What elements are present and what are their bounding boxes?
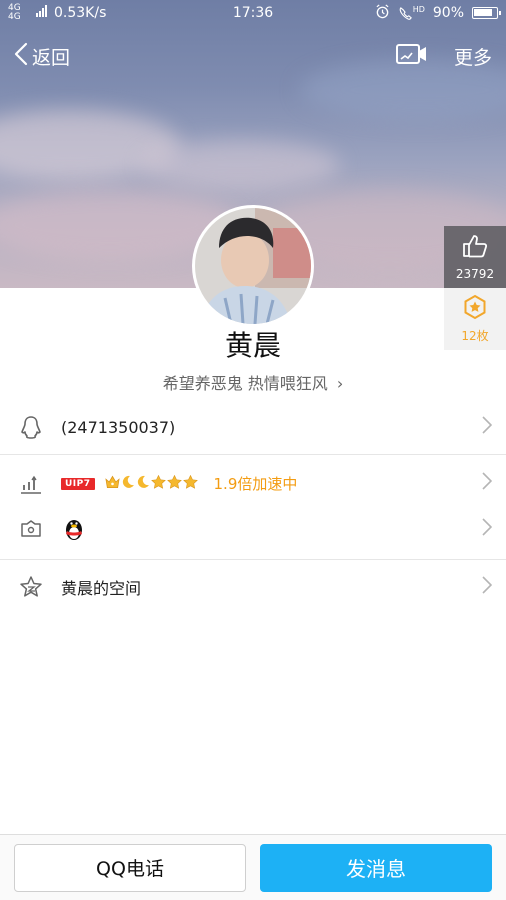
like-count: 23792	[455, 266, 495, 281]
vip-badge: UIP7	[61, 477, 95, 490]
more-button[interactable]: 更多	[454, 43, 492, 70]
level-row[interactable]: UIP7 1.9倍加速中	[0, 455, 506, 510]
star-level-icon	[182, 474, 198, 493]
signature-chevron-icon: ›	[336, 374, 344, 393]
profile-signature[interactable]: 希望养恶鬼 热情喂狂风 ›	[0, 370, 506, 394]
send-message-button[interactable]: 发消息	[260, 843, 492, 892]
qq-number-row[interactable]: (2471350037)	[0, 400, 506, 454]
qzone-label: 黄晨的空间	[61, 579, 142, 598]
moon-level-icon	[136, 474, 150, 493]
signature-text: 希望养恶鬼 热情喂狂风	[162, 374, 328, 393]
gift-button[interactable]: 12枚	[444, 288, 506, 350]
avatar[interactable]	[192, 205, 314, 327]
status-bar: 4G 4G 0.53K/s 17:36 HD 90%	[0, 0, 506, 26]
clock: 17:36	[232, 5, 274, 21]
crown-level-icon	[104, 474, 120, 493]
profile-info-list: (2471350037) UIP7 1.9倍加速中 黄晨的空间	[0, 400, 506, 614]
star-medal-icon	[462, 294, 488, 323]
hd-label: HD	[412, 4, 425, 14]
qq-penguin-icon	[61, 516, 87, 542]
screen-cast-icon	[395, 43, 428, 71]
bottom-action-bar: QQ电话 发消息	[0, 834, 506, 900]
screen-cast-button[interactable]	[395, 42, 428, 71]
qq-number: (2471350037)	[61, 417, 176, 437]
chevron-right-icon	[482, 471, 493, 494]
network-speed: 0.53K/s	[54, 5, 107, 21]
like-button[interactable]: 23792	[444, 226, 506, 288]
thumbs-up-icon	[462, 234, 488, 261]
star-level-icon	[166, 474, 182, 493]
network-indicator: 4G 4G	[8, 3, 21, 22]
qq-call-button[interactable]: QQ电话	[14, 843, 246, 892]
avatar-photo	[195, 208, 311, 324]
accel-text: 1.9倍加速中	[213, 475, 298, 493]
chevron-left-icon	[14, 42, 28, 71]
chevron-right-icon	[482, 576, 493, 598]
qq-level-icons	[104, 474, 198, 493]
signal-icon	[36, 5, 48, 21]
back-button[interactable]: 返回	[14, 42, 70, 71]
profile-name: 黄晨	[224, 329, 281, 362]
side-panel: 23792 12枚	[444, 226, 506, 350]
decoration-row[interactable]	[0, 510, 506, 548]
badge-outline-icon	[18, 516, 44, 542]
moon-level-icon	[121, 474, 135, 493]
chevron-right-icon	[482, 416, 493, 438]
battery-icon	[472, 7, 501, 19]
star-level-icon	[150, 474, 166, 493]
hd-call-icon: HD	[398, 4, 425, 21]
back-label: 返回	[32, 46, 71, 69]
battery-fill	[474, 9, 492, 16]
star-outline-icon	[18, 574, 44, 600]
battery-percent: 90%	[432, 5, 464, 21]
chevron-right-icon	[482, 518, 493, 540]
qzone-row[interactable]: 黄晨的空间	[0, 560, 506, 614]
gift-count: 12枚	[461, 329, 489, 343]
nav-bar: 返回 更多	[0, 36, 506, 76]
level-chart-icon	[18, 471, 44, 497]
alarm-icon	[375, 3, 390, 23]
penguin-outline-icon	[18, 414, 44, 440]
